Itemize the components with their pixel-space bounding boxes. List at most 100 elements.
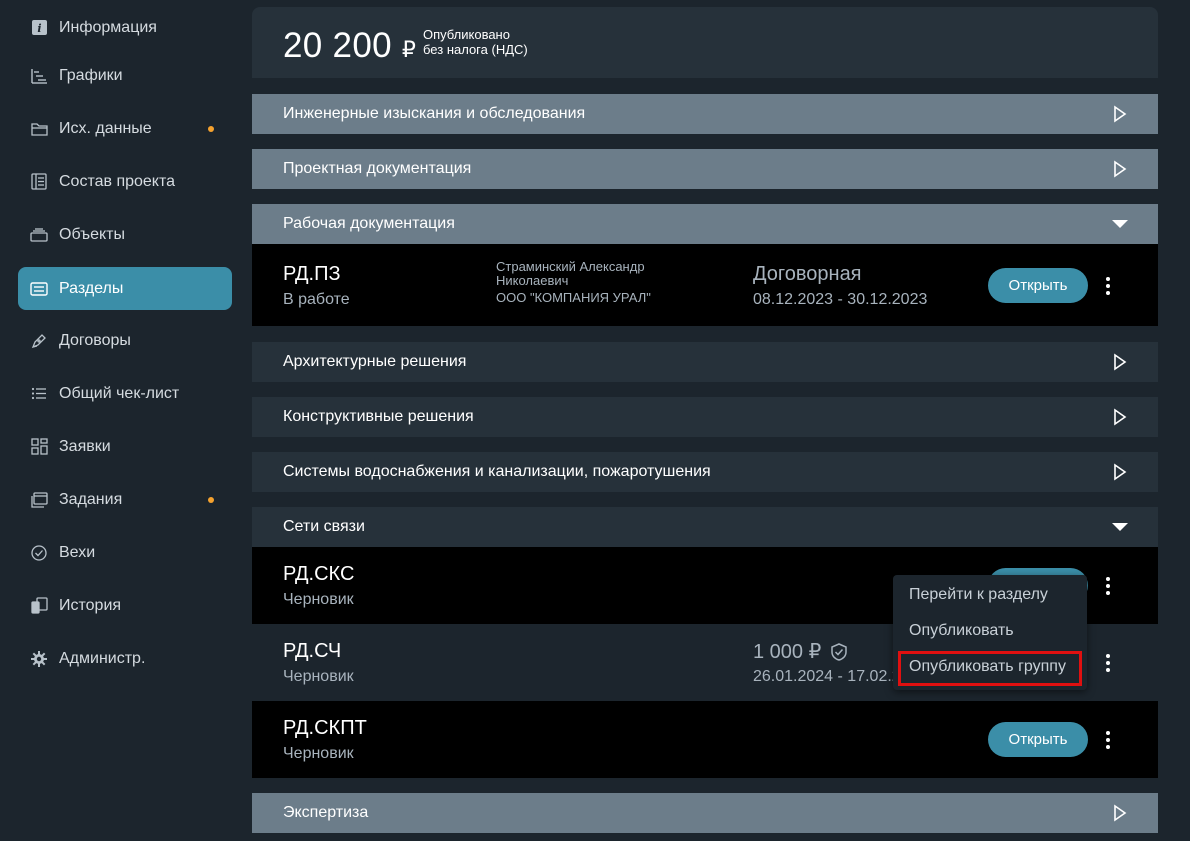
table-row-rd-pz[interactable]: РД.ПЗ В работе Страминский Александр Ник… — [252, 244, 1158, 326]
sidebar-item-checklist[interactable]: Общий чек-лист — [18, 372, 232, 415]
chevron-right-icon — [1114, 804, 1127, 822]
group-project-documentation[interactable]: Проектная документация — [252, 149, 1158, 189]
sidebar-item-label: Состав проекта — [59, 172, 176, 190]
sidebar-item-contracts[interactable]: Договоры — [18, 319, 232, 362]
sidebar-item-admin[interactable]: Администр. — [18, 637, 232, 680]
sidebar-item-label: Вехи — [59, 543, 96, 561]
section-assignee: Страминский Александр Николаевич ООО "КО… — [496, 260, 651, 305]
sidebar-item-tasks[interactable]: Задания — [18, 478, 232, 521]
sidebar-item-label: Договоры — [59, 331, 131, 349]
group-engineering-surveys[interactable]: Инженерные изыскания и обследования — [252, 94, 1158, 134]
section-status: Черновик — [283, 668, 354, 685]
chevron-right-icon — [1114, 463, 1127, 481]
more-menu-icon[interactable] — [1099, 574, 1117, 598]
summary-meta: Опубликовано без налога (НДС) — [423, 27, 528, 57]
grid-icon — [30, 438, 48, 456]
stack-icon — [30, 226, 48, 244]
price-value: 1 000 ₽ — [753, 641, 822, 663]
open-button[interactable]: Открыть — [988, 722, 1088, 757]
chevron-right-icon — [1114, 353, 1127, 371]
group-label: Системы водоснабжения и канализации, пож… — [283, 463, 711, 480]
sidebar-item-label: История — [59, 596, 122, 614]
group-label: Конструктивные решения — [283, 408, 474, 425]
section-code: РД.СЧ — [283, 640, 342, 662]
notification-dot — [208, 125, 214, 132]
info-icon: i — [30, 19, 48, 37]
folder-icon — [30, 120, 48, 138]
chevron-right-icon — [1114, 105, 1127, 123]
section-code: РД.СКПТ — [283, 717, 367, 739]
group-structural-solutions[interactable]: Конструктивные решения — [252, 397, 1158, 437]
group-architectural-solutions[interactable]: Архитектурные решения — [252, 342, 1158, 382]
table-row-rd-skpt[interactable]: РД.СКПТ Черновик Открыть — [252, 701, 1158, 778]
assignee-name-line1: Страминский Александр — [496, 259, 645, 274]
group-label: Проектная документация — [283, 160, 472, 177]
tax-note: без налога (НДС) — [423, 42, 528, 57]
sidebar-item-label: Заявки — [59, 437, 111, 455]
more-menu-icon[interactable] — [1099, 274, 1117, 298]
gantt-icon — [30, 67, 48, 85]
sidebar-item-label: Объекты — [59, 225, 125, 243]
publish-status: Опубликовано — [423, 27, 510, 42]
contract-type: Договорная — [753, 263, 862, 285]
assignee-company: ООО "КОМПАНИЯ УРАЛ" — [496, 290, 651, 305]
sidebar-item-info[interactable]: i Информация — [18, 6, 232, 49]
sidebar-item-label: Разделы — [59, 279, 124, 297]
sidebar-item-label: Задания — [59, 490, 123, 508]
more-menu-icon[interactable] — [1099, 728, 1117, 752]
gear-icon — [30, 650, 48, 668]
tasks-icon — [30, 491, 48, 509]
sidebar-item-label: Информация — [59, 18, 157, 36]
group-label: Инженерные изыскания и обследования — [283, 105, 586, 122]
sidebar-item-label: Администр. — [59, 649, 146, 667]
svg-text:i: i — [37, 22, 41, 35]
sidebar-item-label: Графики — [59, 66, 123, 84]
section-status: Черновик — [283, 591, 354, 608]
check-circle-icon — [30, 544, 48, 562]
sidebar-item-objects[interactable]: Объекты — [18, 213, 232, 256]
group-communication-networks[interactable]: Сети связи — [252, 507, 1158, 547]
open-button[interactable]: Открыть — [988, 268, 1088, 303]
group-expertise[interactable]: Экспертиза — [252, 793, 1158, 833]
assignee-name-line2: Николаевич — [496, 273, 569, 288]
sidebar-item-label: Общий чек-лист — [59, 384, 180, 402]
menu-item-publish[interactable]: Опубликовать — [909, 622, 1014, 640]
history-icon — [30, 597, 48, 615]
more-menu-icon[interactable] — [1099, 651, 1117, 675]
sidebar-item-sections[interactable]: Разделы — [18, 267, 232, 310]
sidebar-item-label: Исх. данные — [59, 119, 152, 137]
sidebar-item-source-data[interactable]: Исх. данные — [18, 107, 232, 150]
sidebar: i Информация Графики Исх. данные Состав … — [0, 0, 245, 841]
summary-card: 20 200 ₽ Опубликовано без налога (НДС) — [252, 7, 1158, 78]
section-price: 1 000 ₽ — [753, 639, 848, 664]
chevron-right-icon — [1114, 160, 1127, 178]
group-label: Сети связи — [283, 518, 365, 535]
chevron-right-icon — [1114, 408, 1127, 426]
group-label: Архитектурные решения — [283, 353, 467, 370]
list-doc-icon — [30, 173, 48, 191]
sidebar-item-milestones[interactable]: Вехи — [18, 531, 232, 574]
section-code: РД.ПЗ — [283, 263, 341, 285]
sidebar-item-requests[interactable]: Заявки — [18, 425, 232, 468]
menu-item-go-to-section[interactable]: Перейти к разделу — [909, 586, 1048, 604]
row-context-menu: Перейти к разделу Опубликовать Опубликов… — [893, 575, 1087, 690]
checklist-icon — [30, 385, 48, 403]
shield-check-icon — [831, 642, 848, 661]
section-dates: 08.12.2023 - 30.12.2023 — [753, 291, 928, 308]
section-status: Черновик — [283, 745, 354, 762]
sidebar-item-history[interactable]: История — [18, 584, 232, 627]
notification-dot — [208, 496, 214, 503]
section-code: РД.СКС — [283, 563, 355, 585]
chevron-down-icon — [1112, 523, 1128, 531]
group-label: Экспертиза — [283, 804, 369, 821]
sidebar-item-project-composition[interactable]: Состав проекта — [18, 160, 232, 203]
pen-icon — [30, 332, 48, 350]
sidebar-item-charts[interactable]: Графики — [18, 54, 232, 97]
section-status: В работе — [283, 291, 350, 308]
sections-icon — [30, 280, 48, 298]
group-working-documentation[interactable]: Рабочая документация — [252, 204, 1158, 244]
summary-amount: 20 200 ₽ — [283, 26, 417, 65]
chevron-down-icon — [1112, 220, 1128, 228]
menu-item-publish-group[interactable]: Опубликовать группу — [909, 658, 1066, 676]
group-water-supply[interactable]: Системы водоснабжения и канализации, пож… — [252, 452, 1158, 492]
